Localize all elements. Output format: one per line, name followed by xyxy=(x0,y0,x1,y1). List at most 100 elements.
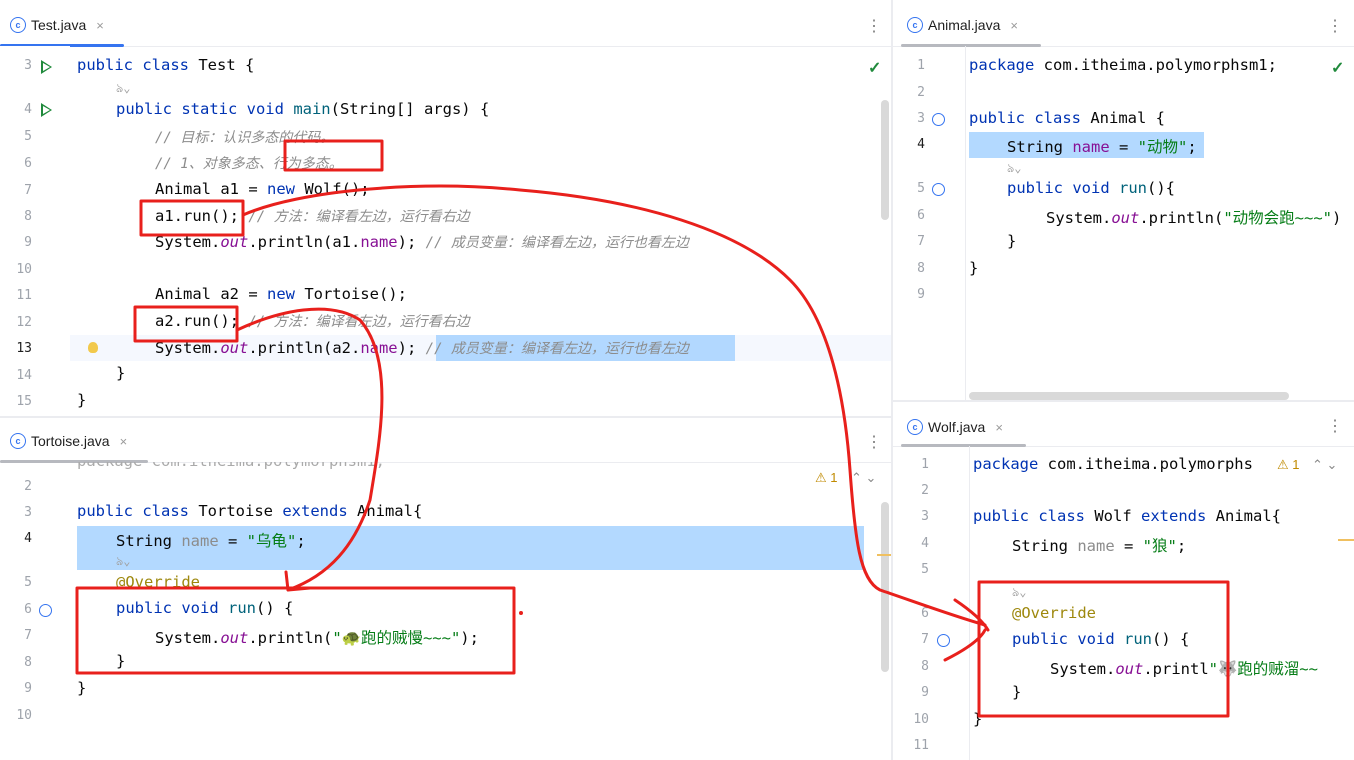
more-icon[interactable]: ⋮ xyxy=(866,432,882,452)
tab-label: Test.java xyxy=(31,17,87,33)
code-line-8: System.out.printl"🐺跑的贼溜~~ xyxy=(1050,660,1318,678)
navigation-arrows[interactable]: ⌃ ⌄ xyxy=(851,470,876,486)
code-line-9: System.out.println(a1.name); // 成员变量：编译看… xyxy=(155,233,689,251)
run-icon[interactable] xyxy=(41,103,52,117)
code-line-7: Animal a1 = new Wolf(); xyxy=(155,180,370,198)
checkmark-icon: ✓ xyxy=(868,60,882,77)
wolf-tab-bar: c Wolf.java × ⋮ xyxy=(893,402,1354,447)
code-line-5: public void run(){ xyxy=(1007,179,1175,197)
override-icon[interactable] xyxy=(932,113,945,126)
code-line-6: public void run() { xyxy=(116,599,294,617)
tab-indicator xyxy=(901,444,1026,447)
code-line-7: public void run() { xyxy=(1012,630,1190,648)
line-number: 10 xyxy=(913,712,929,727)
class-icon: c xyxy=(907,419,923,435)
more-icon[interactable]: ⋮ xyxy=(866,16,882,36)
tab-test-java[interactable]: c Test.java × xyxy=(10,10,104,40)
code-line-6: @Override xyxy=(1012,604,1096,622)
tab-label: Animal.java xyxy=(928,17,1001,33)
tortoise-editor-pane: c Tortoise.java × ⋮ package com.itheima.… xyxy=(0,418,891,760)
code-line-7: } xyxy=(1007,232,1017,250)
line-number: 6 xyxy=(24,156,32,171)
run-icon[interactable] xyxy=(41,60,52,74)
line-number: 10 xyxy=(16,708,32,723)
line-number: 5 xyxy=(24,575,32,590)
line-number: 13 xyxy=(16,341,32,356)
line-number: 6 xyxy=(917,208,925,223)
code-line-6: // 1、对象多态、行为多态。 xyxy=(155,156,343,172)
code-line-8: } xyxy=(116,652,126,670)
warning-indicator[interactable]: ⚠ 1 xyxy=(815,470,838,486)
inlay-hint: ঌ⌄ xyxy=(116,554,131,568)
code-line-4: String name = "狼"; xyxy=(1012,537,1187,555)
code-line-1: package com.itheima.polymorphs xyxy=(973,455,1253,473)
tab-label: Tortoise.java xyxy=(31,433,110,449)
code-line-3: public class Test { xyxy=(77,56,255,74)
line-number: 12 xyxy=(16,315,32,330)
test-editor-pane: c Test.java × ⋮ 3 4 5 6 7 8 9 10 11 12 1… xyxy=(0,0,891,416)
tab-animal-java[interactable]: c Animal.java × xyxy=(907,10,1018,40)
tortoise-tab-bar: c Tortoise.java × ⋮ xyxy=(0,418,891,463)
animal-editor-pane: c Animal.java × ⋮ 1 2 3 4 5 6 7 8 9 pack… xyxy=(893,0,1354,400)
close-icon[interactable]: × xyxy=(995,420,1003,435)
inlay-hint: ঌ⌄ xyxy=(1007,161,1022,175)
line-number: 11 xyxy=(913,738,929,753)
code-line-12: a2.run(); // 方法：编译看左边，运行看右边 xyxy=(155,312,470,330)
line-number: 7 xyxy=(24,628,32,643)
line-number: 9 xyxy=(24,235,32,250)
override-icon[interactable] xyxy=(39,604,52,617)
tab-wolf-java[interactable]: c Wolf.java × xyxy=(907,412,1003,442)
tab-label: Wolf.java xyxy=(928,419,986,435)
close-icon[interactable]: × xyxy=(120,434,128,449)
line-number: 10 xyxy=(16,262,32,277)
line-number: 7 xyxy=(921,632,929,647)
line-number: 8 xyxy=(921,659,929,674)
line-gutter: 3 4 5 6 7 8 9 10 11 12 13 14 15 xyxy=(0,46,70,416)
vertical-scrollbar[interactable] xyxy=(881,502,889,672)
code-line-3: public class Animal { xyxy=(969,109,1165,127)
more-icon[interactable]: ⋮ xyxy=(1327,416,1343,436)
line-number: 7 xyxy=(917,234,925,249)
close-icon[interactable]: × xyxy=(1010,18,1018,33)
line-number: 9 xyxy=(921,685,929,700)
line-number: 8 xyxy=(917,261,925,276)
code-line-1: package com.itheima.polymorphsm1; xyxy=(969,56,1277,74)
close-icon[interactable]: × xyxy=(96,18,104,33)
horizontal-scrollbar[interactable] xyxy=(969,392,1289,400)
animal-tab-bar: c Animal.java × ⋮ xyxy=(893,0,1354,47)
code-line-3: public class Wolf extends Animal{ xyxy=(973,507,1281,525)
code-line-8: a1.run(); // 方法：编译看左边，运行看右边 xyxy=(155,207,470,225)
warning-indicator[interactable]: ⚠ 1 xyxy=(1277,457,1300,473)
line-number: 2 xyxy=(921,483,929,498)
gutter-divider xyxy=(965,46,966,400)
tab-tortoise-java[interactable]: c Tortoise.java × xyxy=(10,426,127,456)
line-number: 4 xyxy=(24,102,32,117)
line-number: 5 xyxy=(24,129,32,144)
code-line-6: System.out.println("动物会跑~~~") xyxy=(1046,209,1342,227)
vertical-scrollbar[interactable] xyxy=(881,100,889,220)
more-icon[interactable]: ⋮ xyxy=(1327,16,1343,36)
line-number: 8 xyxy=(24,655,32,670)
line-number: 3 xyxy=(921,509,929,524)
code-line-4: public static void main(String[] args) { xyxy=(116,100,490,118)
line-number: 11 xyxy=(16,288,32,303)
line-number: 3 xyxy=(24,505,32,520)
scroll-marker xyxy=(1338,539,1354,541)
code-line-8: } xyxy=(969,259,979,277)
lightbulb-icon[interactable] xyxy=(88,342,98,353)
line-number: 4 xyxy=(917,137,925,152)
override-icon[interactable] xyxy=(932,183,945,196)
code-line-7: System.out.println("🐢跑的贼慢~~~"); xyxy=(155,629,479,647)
code-line-15: } xyxy=(77,391,87,409)
code-line-9: } xyxy=(77,679,87,697)
line-number: 4 xyxy=(24,531,32,546)
line-number: 5 xyxy=(921,562,929,577)
line-number: 1 xyxy=(921,457,929,472)
navigation-arrows[interactable]: ⌃ ⌄ xyxy=(1312,457,1337,473)
code-line-11: Animal a2 = new Tortoise(); xyxy=(155,285,407,303)
class-icon: c xyxy=(10,17,26,33)
override-icon[interactable] xyxy=(937,634,950,647)
line-number: 4 xyxy=(921,536,929,551)
line-number: 8 xyxy=(24,209,32,224)
line-number: 5 xyxy=(917,181,925,196)
